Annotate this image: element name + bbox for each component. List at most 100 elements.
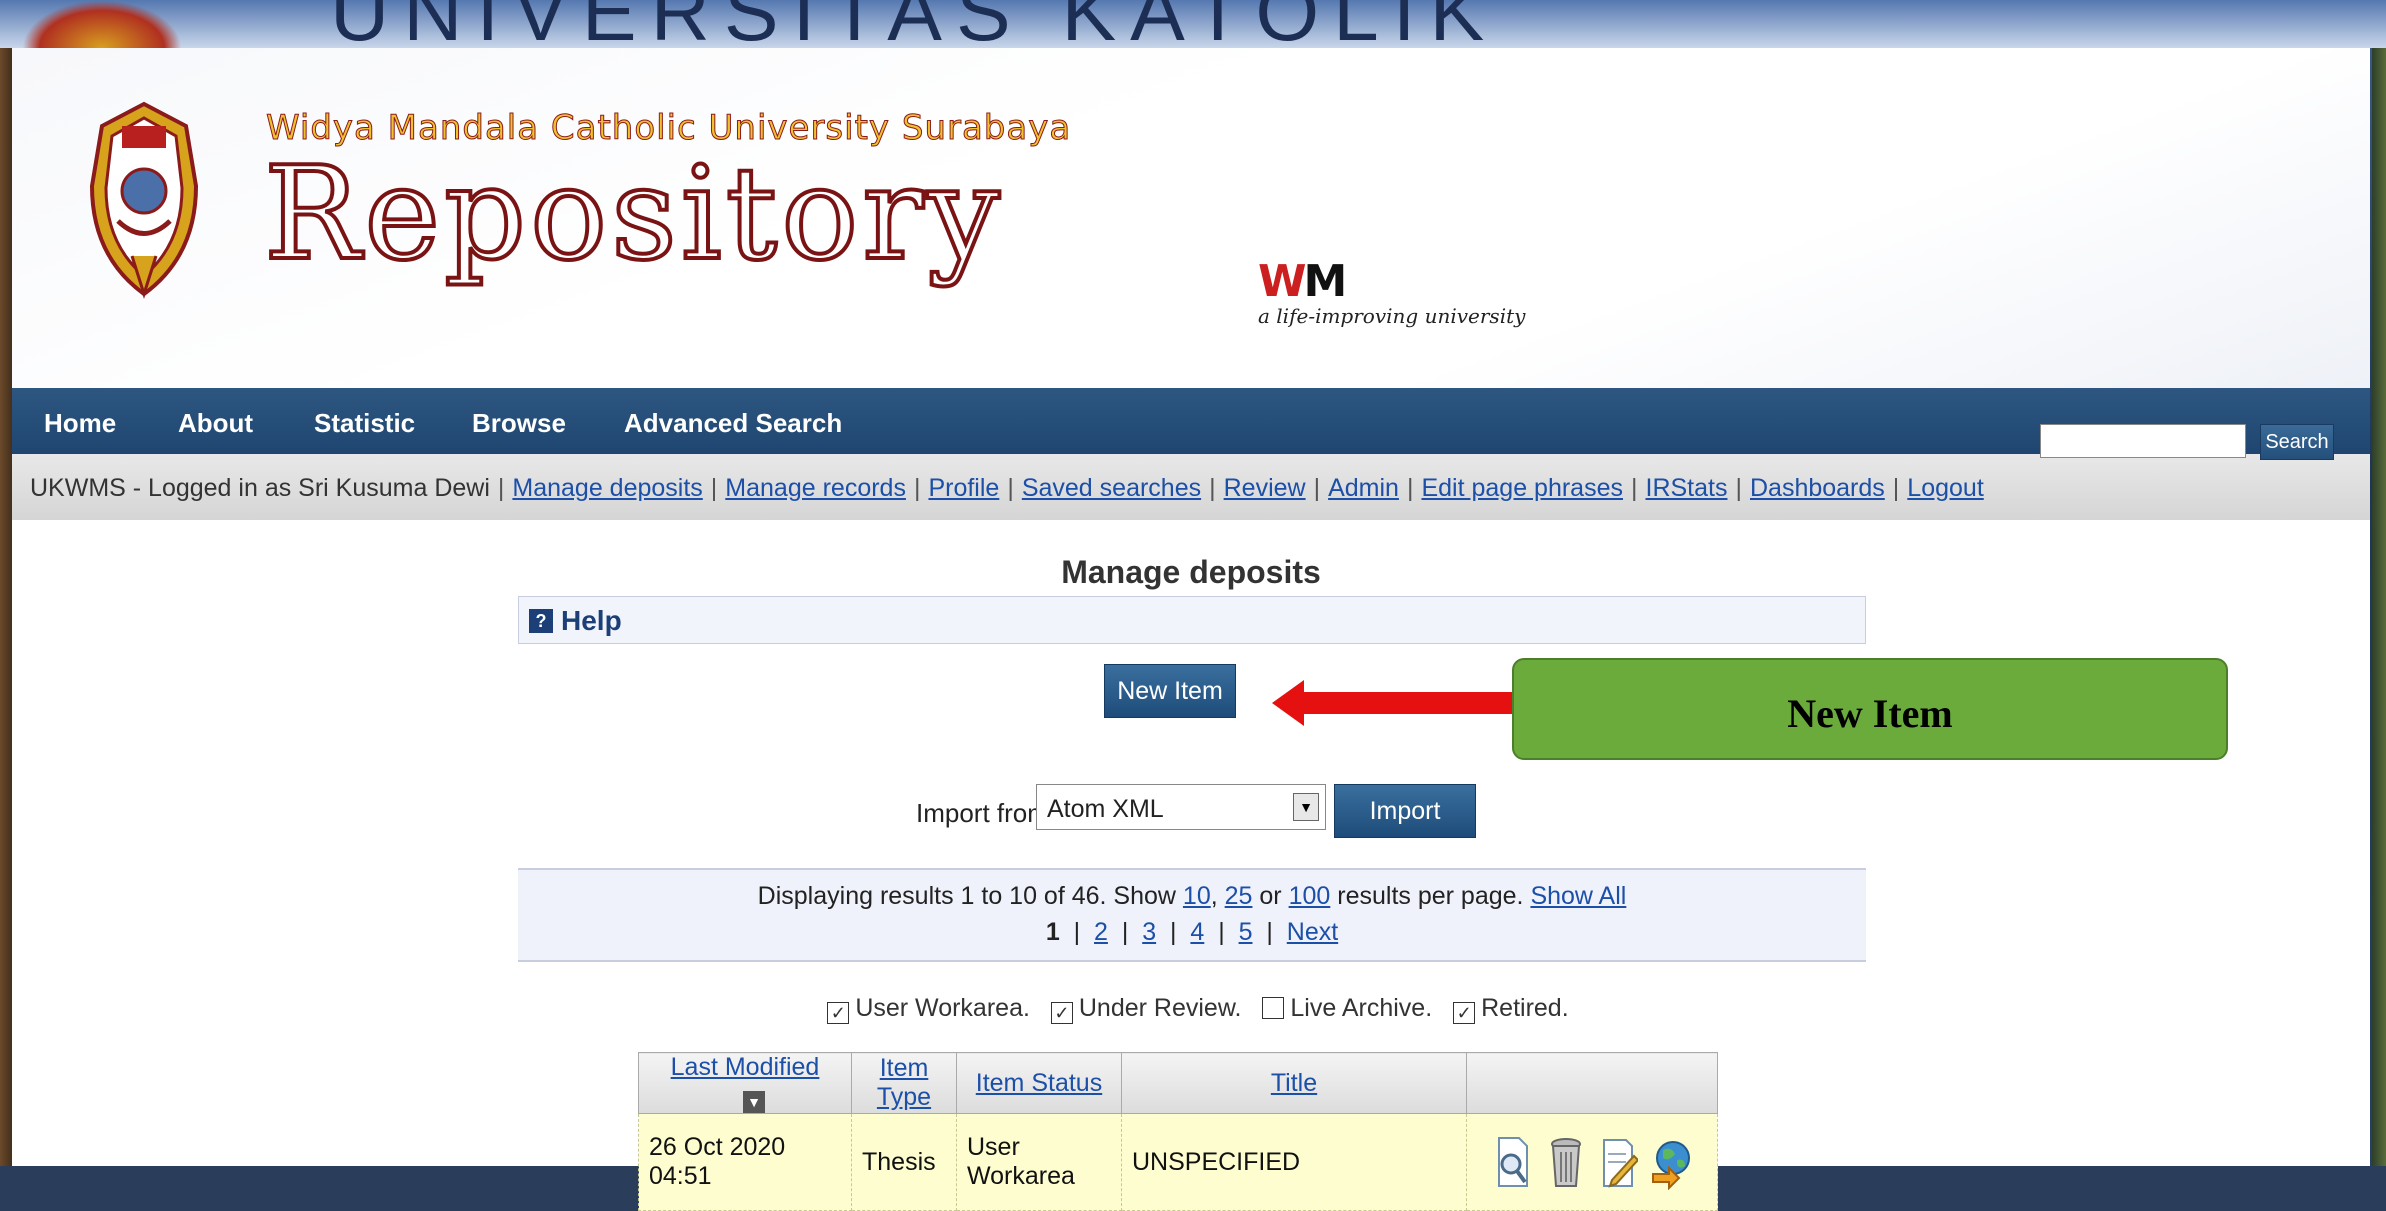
show-all-link[interactable]: Show All (1530, 882, 1626, 910)
col-title[interactable]: Title (1121, 1052, 1467, 1114)
site-header: Widya Mandala Catholic University Suraba… (12, 48, 2370, 388)
search-button[interactable]: Search (2260, 424, 2334, 460)
pagination: 1 | 2 | 3 | 4 | 5 | Next (1045, 918, 1339, 946)
wm-mark: WM (1258, 260, 1525, 304)
page-4-link[interactable]: 4 (1190, 918, 1204, 946)
toolbar-separator: | (1892, 474, 1900, 502)
toolbar-separator: | (710, 474, 718, 502)
toolbar-separator: | (1735, 474, 1742, 502)
nav-browse[interactable]: Browse (472, 408, 566, 439)
university-crest-logo[interactable] (74, 96, 214, 306)
logged-in-text: UKWMS - Logged in as Sri Kusuma Dewi (30, 474, 490, 502)
filter-live-archive-checkbox[interactable] (1262, 997, 1285, 1019)
filter-retired-checkbox[interactable]: ✓ (1453, 1002, 1476, 1024)
cell-item-type: Thesis (851, 1113, 957, 1211)
sort-item-type-link[interactable]: Item Type (877, 1054, 931, 1111)
link-irstats[interactable]: IRStats (1646, 474, 1728, 502)
toolbar-separator: | (1313, 474, 1321, 502)
cell-item-status: User Workarea (956, 1113, 1122, 1211)
filter-under-review-label: Under Review. (1078, 994, 1242, 1022)
link-logout[interactable]: Logout (1907, 474, 1983, 502)
import-format-select[interactable]: Atom XML ▼ (1036, 784, 1326, 830)
toolbar-separator: | (1631, 474, 1638, 502)
wm-mark-w: W (1258, 256, 1307, 307)
view-icon[interactable] (1493, 1134, 1533, 1190)
link-dashboards[interactable]: Dashboards (1750, 474, 1885, 502)
annotation-callout: New Item (1512, 658, 2228, 760)
col-item-status[interactable]: Item Status (956, 1052, 1122, 1114)
filter-live-archive-label: Live Archive. (1290, 994, 1433, 1022)
toolbar-separator: | (1007, 474, 1014, 502)
nav-statistic[interactable]: Statistic (314, 408, 415, 439)
cell-actions (1466, 1113, 1718, 1211)
nav-advanced-search[interactable]: Advanced Search (624, 408, 842, 439)
deposits-table: Last Modified ▼ Item Type Item Status Tit… (638, 1052, 1718, 1211)
repository-title: Repository (262, 138, 1004, 291)
import-button[interactable]: Import (1334, 784, 1476, 838)
results-suffix: results per page. (1337, 882, 1524, 910)
cell-last-modified: 26 Oct 2020 04:51 (638, 1113, 852, 1211)
nav-about[interactable]: About (178, 408, 253, 439)
col-item-type[interactable]: Item Type (851, 1052, 957, 1114)
import-from-label: Import from (916, 798, 1049, 828)
results-comma: , (1210, 882, 1218, 910)
link-saved-searches[interactable]: Saved searches (1022, 474, 1201, 502)
link-review[interactable]: Review (1224, 474, 1306, 502)
page-5-link[interactable]: 5 (1239, 918, 1253, 946)
show-10-link[interactable]: 10 (1183, 882, 1211, 910)
table-header-row: Last Modified ▼ Item Type Item Status Tit… (638, 1052, 1718, 1114)
trash-icon[interactable] (1546, 1134, 1586, 1190)
link-admin[interactable]: Admin (1328, 474, 1399, 502)
results-or: or (1259, 882, 1282, 910)
background-right-edge (2372, 0, 2386, 1166)
link-profile[interactable]: Profile (928, 474, 999, 502)
link-manage-deposits[interactable]: Manage deposits (512, 474, 702, 502)
new-item-button[interactable]: New Item (1104, 664, 1236, 718)
help-bar[interactable]: ? Help (518, 596, 1866, 644)
sort-item-status-link[interactable]: Item Status (976, 1069, 1102, 1097)
wm-tagline: a life-improving university (1258, 304, 1526, 328)
page-3-link[interactable]: 3 (1142, 918, 1156, 946)
page-2-link[interactable]: 2 (1094, 918, 1108, 946)
filter-user-workarea-label: User Workarea. (855, 994, 1030, 1022)
results-prefix: Displaying results 1 to 10 of 46. Show (757, 882, 1176, 910)
sort-desc-icon[interactable]: ▼ (743, 1091, 765, 1113)
col-last-modified[interactable]: Last Modified ▼ (638, 1052, 852, 1114)
main-navbar: Home About Statistic Browse Advanced Sea… (12, 388, 2370, 454)
search-input[interactable] (2040, 424, 2246, 458)
top-banner: UNIVERSITAS KATOLIK (0, 0, 2386, 48)
wm-mark-m: M (1303, 256, 1348, 307)
table-row: 26 Oct 2020 04:51 Thesis User Workarea U… (638, 1113, 1718, 1211)
next-page-link[interactable]: Next (1287, 918, 1338, 946)
link-manage-records[interactable]: Manage records (725, 474, 906, 502)
annotation-arrow (1300, 692, 1516, 714)
toolbar-separator: | (913, 474, 921, 502)
filter-under-review-checkbox[interactable]: ✓ (1050, 1002, 1073, 1024)
wm-logo: WM a life-improving university (1258, 260, 1526, 329)
nav-home[interactable]: Home (44, 408, 116, 439)
toolbar-separator: | (1209, 474, 1216, 502)
show-100-link[interactable]: 100 (1289, 882, 1331, 910)
sort-last-modified-link[interactable]: Last Modified (671, 1053, 820, 1081)
toolbar-line: UKWMS - Logged in as Sri Kusuma Dewi | Man… (30, 474, 1984, 503)
page: Widya Mandala Catholic University Suraba… (12, 48, 2370, 1211)
chevron-down-icon[interactable]: ▼ (1293, 793, 1319, 821)
edit-icon[interactable] (1598, 1134, 1639, 1190)
filter-user-workarea-checkbox[interactable]: ✓ (827, 1002, 850, 1024)
page-title: Manage deposits (1061, 554, 1321, 590)
status-filters: ✓ User Workarea. ✓ Under Review. Live Arch… (12, 994, 2370, 1024)
import-format-value: Atom XML (1047, 795, 1164, 823)
results-bar: Displaying results 1 to 10 of 46. Show 1… (518, 868, 1866, 962)
help-icon: ? (529, 609, 553, 633)
sort-title-link[interactable]: Title (1271, 1069, 1317, 1097)
results-summary: Displaying results 1 to 10 of 46. Show 1… (518, 882, 1866, 911)
filter-retired-label: Retired. (1481, 994, 1569, 1022)
show-25-link[interactable]: 25 (1225, 882, 1253, 910)
toolbar-separator: | (497, 474, 505, 502)
deposit-globe-icon[interactable] (1651, 1134, 1691, 1190)
link-edit-page-phrases[interactable]: Edit page phrases (1421, 474, 1623, 502)
help-label: Help (561, 605, 622, 636)
current-page: 1 (1045, 918, 1060, 946)
banner-crest (22, 0, 182, 48)
user-toolbar: UKWMS - Logged in as Sri Kusuma Dewi | Man… (12, 454, 2370, 520)
